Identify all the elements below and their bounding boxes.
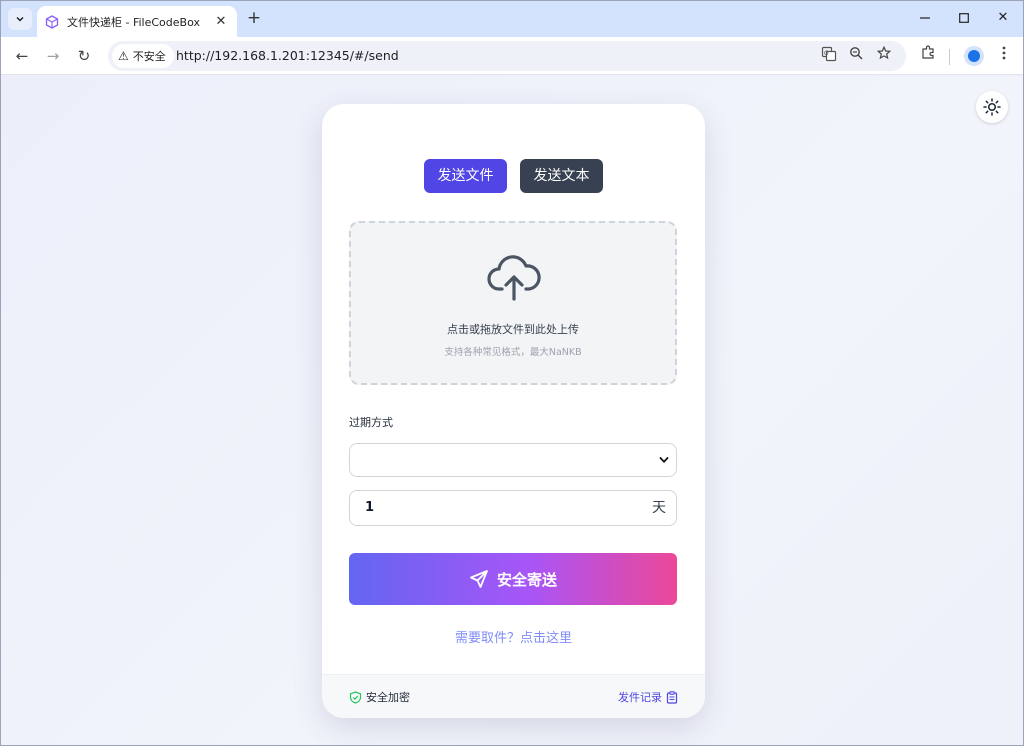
secure-send-button[interactable]: 安全寄送 (349, 553, 677, 605)
menu-icon[interactable] (993, 45, 1015, 67)
cloud-upload-icon (487, 255, 541, 301)
security-chip[interactable]: ⚠ 不安全 (112, 44, 174, 68)
browser-toolbar: ← → ↻ ⚠ 不安全 http://192.168.1.201:12345/#… (1, 37, 1023, 75)
reload-button[interactable]: ↻ (73, 45, 95, 67)
dropzone-title: 点击或拖放文件到此处上传 (447, 323, 579, 336)
tab-search-button[interactable] (8, 8, 32, 30)
clipboard-icon (666, 690, 678, 704)
expire-amount-value: 1 (365, 500, 375, 515)
send-text-tab[interactable]: 发送文本 (520, 159, 603, 193)
translate-icon[interactable]: G (819, 46, 839, 66)
shield-check-icon (349, 690, 362, 704)
chevron-down-icon (16, 16, 24, 22)
star-icon[interactable] (874, 45, 894, 66)
zoom-icon[interactable] (846, 46, 866, 66)
minimize-button[interactable] (907, 7, 943, 29)
paper-plane-icon (470, 570, 488, 588)
toolbar-separator (949, 49, 950, 65)
forward-button[interactable]: → (42, 45, 64, 67)
maximize-button[interactable] (946, 7, 982, 29)
close-window-button[interactable]: ✕ (985, 7, 1021, 29)
maximize-icon (959, 13, 969, 23)
tab-bar: 文件快递柜 - FileCodeBox ✕ + ✕ (1, 1, 1023, 37)
browser-window: 文件快递柜 - FileCodeBox ✕ + ✕ ← → ↻ ⚠ 不安全 ht… (0, 0, 1024, 746)
send-card: 发送文件 发送文本 点击或拖放文件到此处上传 支持各种常见格式，最大NaNKB … (322, 104, 705, 718)
expire-amount-input[interactable]: 1 天 (349, 490, 677, 526)
expire-label: 过期方式 (349, 416, 393, 429)
retrieve-link[interactable]: 需要取件？点击这里 (322, 627, 705, 646)
tab-close-icon[interactable]: ✕ (213, 14, 229, 29)
history-label: 发件记录 (618, 691, 662, 704)
profile-icon[interactable] (964, 46, 984, 66)
send-file-tab[interactable]: 发送文件 (424, 159, 507, 193)
secure-encryption-badge: 安全加密 (349, 689, 410, 705)
dropzone-subtitle: 支持各种常见格式，最大NaNKB (444, 347, 582, 358)
expire-unit-label: 天 (652, 500, 666, 516)
file-dropzone[interactable]: 点击或拖放文件到此处上传 支持各种常见格式，最大NaNKB (349, 221, 677, 385)
card-footer: 安全加密 发件记录 (322, 674, 705, 718)
favicon-icon (45, 14, 59, 29)
tab-title: 文件快递柜 - FileCodeBox (67, 15, 200, 29)
secure-send-label: 安全寄送 (496, 570, 557, 589)
url-text[interactable]: http://192.168.1.201:12345/#/send (176, 41, 399, 71)
svg-text:G: G (824, 50, 829, 57)
address-bar[interactable]: ⚠ 不安全 http://192.168.1.201:12345/#/send … (108, 41, 906, 71)
chevron-down-icon (659, 457, 669, 463)
send-history-link[interactable]: 发件记录 (618, 689, 678, 705)
back-button[interactable]: ← (11, 45, 33, 67)
expire-method-select[interactable] (349, 443, 677, 477)
minimize-icon (920, 17, 930, 19)
sun-icon (983, 98, 1001, 116)
page-background: 发送文件 发送文本 点击或拖放文件到此处上传 支持各种常见格式，最大NaNKB … (1, 76, 1023, 745)
tab-filecodebox[interactable]: 文件快递柜 - FileCodeBox ✕ (37, 6, 237, 37)
warning-icon: ⚠ (118, 49, 129, 63)
extensions-icon[interactable] (917, 45, 939, 67)
theme-toggle-button[interactable] (976, 91, 1008, 123)
new-tab-button[interactable]: + (244, 8, 264, 28)
security-label: 不安全 (132, 50, 166, 63)
secure-label: 安全加密 (366, 691, 410, 704)
